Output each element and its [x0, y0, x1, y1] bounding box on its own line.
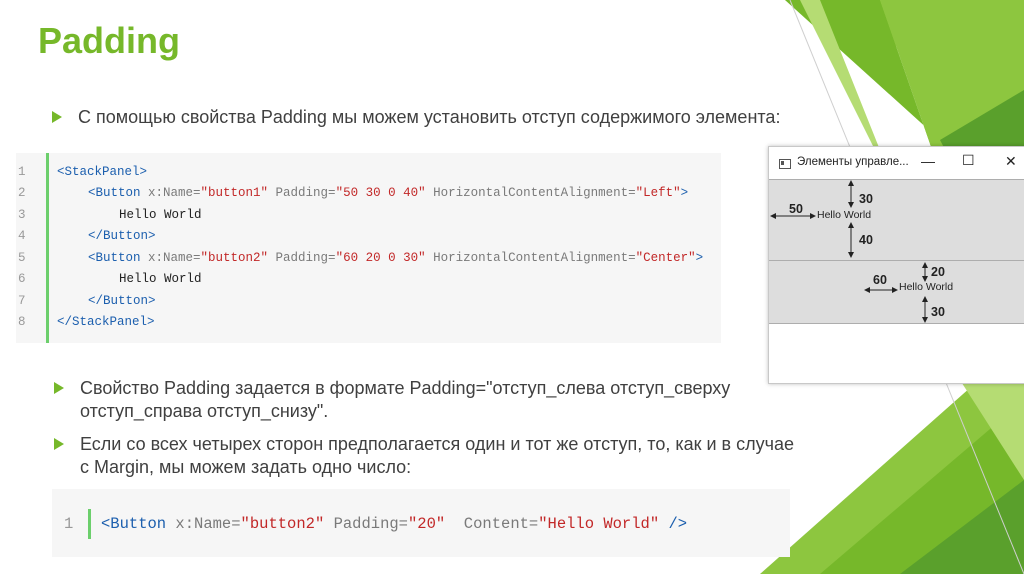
line-number: 8 [18, 315, 26, 329]
code-block-single-line: 1 <Button x:Name="button2" Padding="20" … [52, 489, 790, 557]
bullet-1: С помощью свойства Padding мы можем уста… [52, 106, 838, 129]
bullet-2: Свойство Padding задается в формате Padd… [54, 377, 770, 423]
bullet-arrow-icon [54, 438, 64, 450]
line-number: 4 [18, 229, 26, 243]
code-block-xaml: 1 2 3 4 5 6 7 8 <StackPanel> <Button x:N… [16, 153, 721, 343]
code-line-3: Hello World [119, 208, 202, 222]
line-number: 7 [18, 294, 26, 308]
line-number: 2 [18, 186, 26, 200]
bullet-arrow-icon [54, 382, 64, 394]
code-line-6: Hello World [119, 272, 202, 286]
line-number: 6 [18, 272, 26, 286]
line-number: 5 [18, 251, 26, 265]
bullet-3-text: Если со всех четырех сторон предполагает… [80, 434, 795, 477]
line-number: 3 [18, 208, 26, 222]
code-line-4: </Button> [88, 229, 156, 243]
app-window: Элементы управле... — ☐ ✕ Hello World 50… [768, 146, 1024, 384]
code-line-7: </Button> [88, 294, 156, 308]
bullet-1-text: С помощью свойства Padding мы можем уста… [78, 107, 781, 127]
code-line-8: </StackPanel> [57, 315, 155, 329]
code-line-1: <StackPanel> [57, 165, 148, 179]
code-line-2: <Button x:Name="button1" Padding="50 30 … [88, 186, 689, 200]
line-number: 1 [18, 165, 26, 179]
padding-arrows [770, 180, 928, 323]
slide-title: Padding [38, 20, 180, 61]
bullet-arrow-icon [52, 111, 62, 123]
code-line-5: <Button x:Name="button2" Padding="60 20 … [88, 251, 704, 265]
line-number: 1 [64, 515, 74, 533]
bullet-3: Если со всех четырех сторон предполагает… [54, 433, 800, 479]
code-line-1: <Button x:Name="button2" Padding="20" Co… [101, 515, 688, 533]
bullet-2-text: Свойство Padding задается в формате Padd… [80, 378, 731, 421]
